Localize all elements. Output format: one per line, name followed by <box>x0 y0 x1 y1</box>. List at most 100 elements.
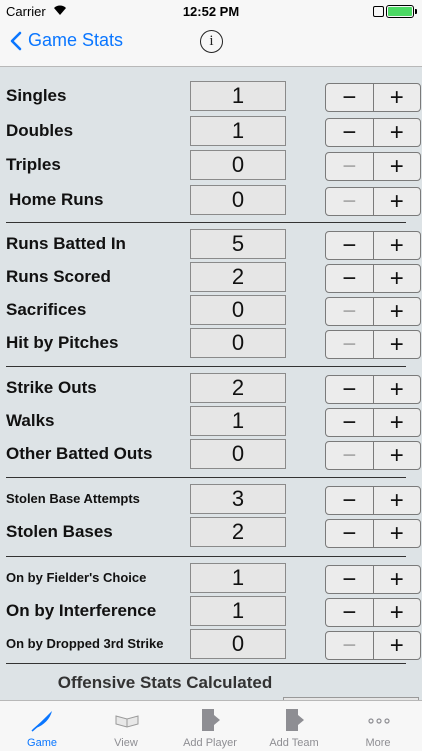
stat-row: Runs Scored 2 − + <box>0 262 422 293</box>
stat-stepper: − + <box>325 187 421 216</box>
stat-label: Sacrifices <box>6 300 87 319</box>
tab-more[interactable]: More <box>336 701 420 751</box>
decrement-button[interactable]: − <box>326 232 374 259</box>
increment-button[interactable]: + <box>374 188 421 215</box>
decrement-button[interactable]: − <box>326 188 374 215</box>
tab-add-team-label: Add Team <box>269 737 319 749</box>
tab-game[interactable]: Game <box>0 701 84 751</box>
back-button-label: Game Stats <box>28 30 124 50</box>
increment-button[interactable]: + <box>374 520 421 547</box>
stat-row: On by Fielder's Choice 1 − + <box>0 563 422 594</box>
stat-label: Runs Batted In <box>6 234 126 253</box>
stat-value-field: 0 <box>190 295 286 325</box>
decrement-button[interactable]: − <box>326 376 374 403</box>
tab-add-team[interactable]: Add Team <box>252 701 336 751</box>
tab-add-player-label: Add Player <box>183 737 237 749</box>
stat-row: Stolen Bases 2 − + <box>0 517 422 548</box>
decrement-button[interactable]: − <box>326 265 374 292</box>
stat-value-field: 2 <box>190 517 286 547</box>
stat-stepper: − + <box>325 297 421 326</box>
increment-button[interactable]: + <box>374 566 421 593</box>
back-button[interactable]: Game Stats <box>10 30 123 51</box>
decrement-button[interactable]: − <box>326 566 374 593</box>
stat-label: Home Runs <box>9 190 104 209</box>
decrement-button[interactable]: − <box>326 520 374 547</box>
increment-button[interactable]: + <box>374 298 421 325</box>
decrement-button[interactable]: − <box>326 599 374 626</box>
decrement-button[interactable]: − <box>326 487 374 514</box>
section-divider <box>6 556 406 557</box>
increment-button[interactable]: + <box>374 153 421 180</box>
increment-button[interactable]: + <box>374 265 421 292</box>
section-divider <box>6 663 406 664</box>
status-bar: Carrier 12:52 PM <box>0 0 422 22</box>
battery-icon <box>386 5 417 18</box>
section-divider <box>6 366 406 367</box>
stat-stepper: − + <box>325 519 421 548</box>
tab-add-player[interactable]: Add Player <box>168 701 252 751</box>
stat-row: Doubles 1 − + <box>0 116 422 147</box>
stat-value-field: 1 <box>190 81 286 111</box>
decrement-button[interactable]: − <box>326 632 374 659</box>
clock: 12:52 PM <box>182 4 240 19</box>
decrement-button[interactable]: − <box>326 409 374 436</box>
book-icon <box>114 707 140 733</box>
increment-button[interactable]: + <box>374 442 421 469</box>
stat-stepper: − + <box>325 231 421 260</box>
stat-value-field: 0 <box>190 328 286 358</box>
decrement-button[interactable]: − <box>326 442 374 469</box>
tab-bar: Game View Add Player Add Team More <box>0 700 422 751</box>
section-title-offensive-stats: Offensive Stats Calculated <box>57 673 273 692</box>
increment-button[interactable]: + <box>374 487 421 514</box>
stat-label: Singles <box>6 86 67 105</box>
stat-stepper: − + <box>325 408 421 437</box>
stat-stepper: − + <box>325 264 421 293</box>
stat-row: Runs Batted In 5 − + <box>0 229 422 260</box>
chevron-left-icon <box>10 31 22 50</box>
stat-row: Stolen Base Attempts 3 − + <box>0 484 422 515</box>
stat-value-field: 1 <box>190 406 286 436</box>
section-divider <box>6 222 406 223</box>
info-icon[interactable]: i <box>200 30 223 53</box>
increment-button[interactable]: + <box>374 331 421 358</box>
stat-label: Runs Scored <box>6 267 111 286</box>
stat-row: Home Runs 0 − + <box>0 185 422 216</box>
stat-stepper: − + <box>325 441 421 470</box>
add-team-icon <box>282 707 308 733</box>
increment-button[interactable]: + <box>374 232 421 259</box>
stat-value-field: 2 <box>190 262 286 292</box>
stat-stepper: − + <box>325 631 421 660</box>
increment-button[interactable]: + <box>374 84 421 111</box>
tab-view-label: View <box>114 737 138 749</box>
stat-stepper: − + <box>325 486 421 515</box>
stat-label: Walks <box>6 411 55 430</box>
increment-button[interactable]: + <box>374 409 421 436</box>
increment-button[interactable]: + <box>374 119 421 146</box>
stat-row: On by Dropped 3rd Strike 0 − + <box>0 629 422 660</box>
decrement-button[interactable]: − <box>326 298 374 325</box>
increment-button[interactable]: + <box>374 632 421 659</box>
stat-stepper: − + <box>325 152 421 181</box>
decrement-button[interactable]: − <box>326 331 374 358</box>
decrement-button[interactable]: − <box>326 153 374 180</box>
stat-row: Other Batted Outs 0 − + <box>0 439 422 470</box>
stat-value-field: 0 <box>190 150 286 180</box>
stat-label: On by Interference <box>6 601 157 620</box>
stat-label: Triples <box>6 155 61 174</box>
stat-stepper: − + <box>325 118 421 147</box>
decrement-button[interactable]: − <box>326 84 374 111</box>
increment-button[interactable]: + <box>374 376 421 403</box>
stat-stepper: − + <box>325 330 421 359</box>
stat-label: Other Batted Outs <box>6 444 153 463</box>
stat-row: Triples 0 − + <box>0 150 422 181</box>
tab-game-label: Game <box>27 737 57 749</box>
increment-button[interactable]: + <box>374 599 421 626</box>
decrement-button[interactable]: − <box>326 119 374 146</box>
stat-value-field: 1 <box>190 116 286 146</box>
stat-row: Singles 1 − + <box>0 81 422 112</box>
stat-label: Stolen Bases <box>6 522 113 541</box>
stat-value-field: 3 <box>190 484 286 514</box>
stat-label: Stolen Base Attempts <box>6 491 140 506</box>
stat-value-field: 2 <box>190 373 286 403</box>
tab-view[interactable]: View <box>84 701 168 751</box>
